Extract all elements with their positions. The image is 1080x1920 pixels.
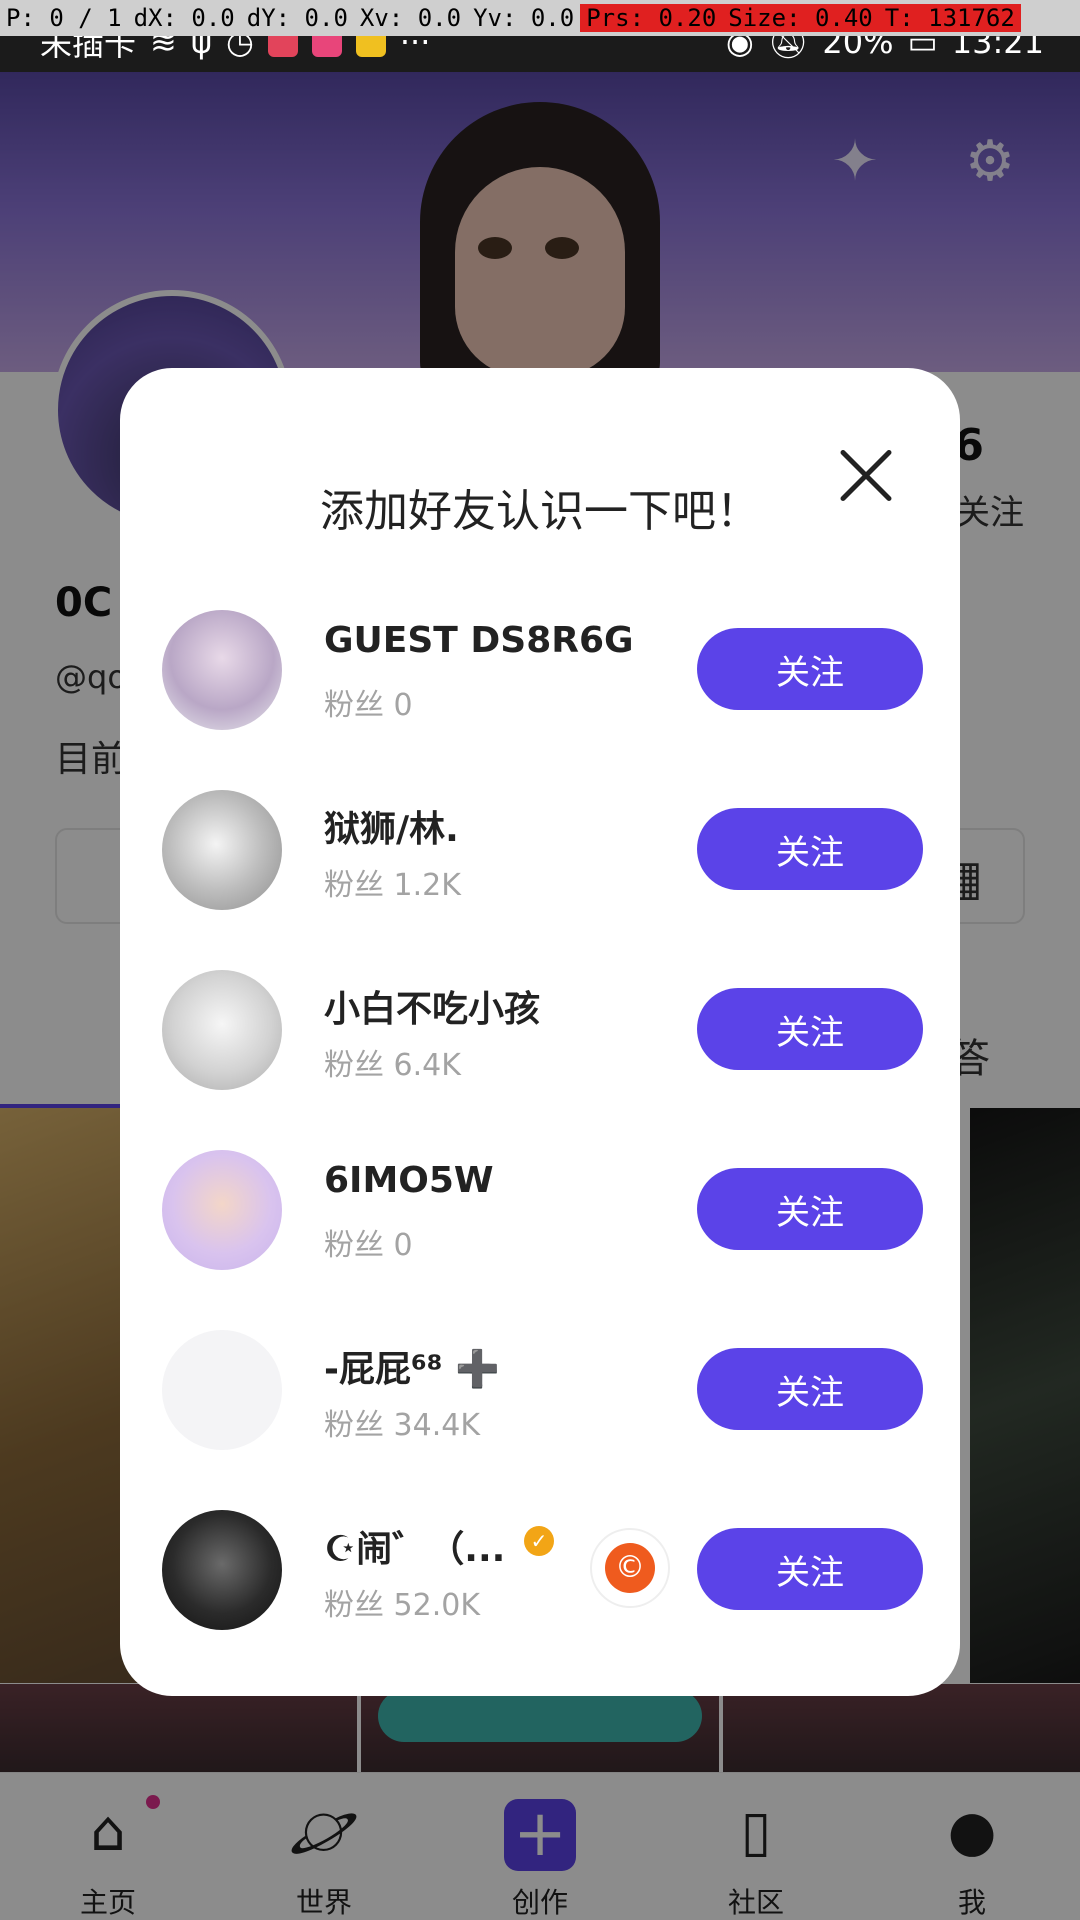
user-fans: 粉丝 1.2K <box>324 868 461 903</box>
user-avatar[interactable] <box>162 1330 282 1450</box>
user-avatar[interactable] <box>162 1150 282 1270</box>
user-name[interactable]: -屁屁⁶⁸ ➕ <box>324 1340 500 1392</box>
debug-size: Size: 0.40 <box>722 4 879 32</box>
follow-button[interactable]: 关注 <box>697 808 923 890</box>
debug-pointer: P: 0 / 1 <box>6 4 122 32</box>
user-name[interactable]: ☪闹゛（... <box>324 1520 505 1572</box>
user-name[interactable]: GUEST DS8R6G <box>324 620 634 661</box>
debug-overlay: P: 0 / 1 dX: 0.0 dY: 0.0 Xv: 0.0 Yv: 0.0… <box>0 0 1080 36</box>
follow-button[interactable]: 关注 <box>697 628 923 710</box>
user-fans: 粉丝 0 <box>324 688 413 723</box>
user-fans: 粉丝 6.4K <box>324 1048 461 1083</box>
user-name[interactable]: 小白不吃小孩 <box>324 980 540 1032</box>
follow-button[interactable]: 关注 <box>697 1348 923 1430</box>
debug-xv: Xv: 0.0 <box>359 4 462 32</box>
user-avatar[interactable] <box>162 1510 282 1630</box>
user-avatar[interactable] <box>162 790 282 910</box>
user-avatar[interactable] <box>162 970 282 1090</box>
user-fans: 粉丝 52.0K <box>324 1588 481 1623</box>
debug-dx: dX: 0.0 <box>133 4 235 32</box>
suggested-user-row[interactable]: 小白不吃小孩 粉丝 6.4K 关注 <box>120 970 960 1150</box>
user-avatar[interactable] <box>162 610 282 730</box>
close-icon[interactable] <box>836 446 896 506</box>
follow-button[interactable]: 关注 <box>697 1168 923 1250</box>
copyright-icon: © <box>605 1543 655 1593</box>
verified-check-icon: ✓ <box>524 1526 554 1556</box>
debug-prs: Prs: 0.20 <box>580 4 723 32</box>
user-fans: 粉丝 0 <box>324 1228 413 1263</box>
suggested-user-row[interactable]: -屁屁⁶⁸ ➕ 粉丝 34.4K 关注 <box>120 1330 960 1510</box>
follow-button[interactable]: 关注 <box>697 988 923 1070</box>
user-fans: 粉丝 34.4K <box>324 1408 481 1443</box>
debug-dy: dY: 0.0 <box>246 4 348 32</box>
creator-badge: © <box>590 1528 670 1608</box>
debug-touch: T: 131762 <box>878 4 1021 32</box>
suggested-user-row[interactable]: 狱狮/林. 粉丝 1.2K 关注 <box>120 790 960 970</box>
suggested-user-row[interactable]: ☪闹゛（... ✓ © 粉丝 52.0K 关注 <box>120 1510 960 1690</box>
follow-button[interactable]: 关注 <box>697 1528 923 1610</box>
user-name[interactable]: 狱狮/林. <box>324 800 459 852</box>
dialog-title: 添加好友认识一下吧！ <box>320 486 760 537</box>
user-name[interactable]: 6IMO5W <box>324 1160 494 1201</box>
suggested-user-row[interactable]: GUEST DS8R6G 粉丝 0 关注 <box>120 610 960 790</box>
suggested-user-row[interactable]: 6IMO5W 粉丝 0 关注 <box>120 1150 960 1330</box>
debug-yv: Yv: 0.0 <box>473 4 575 32</box>
add-friends-dialog: 添加好友认识一下吧！ GUEST DS8R6G 粉丝 0 关注 狱狮/林. 粉丝… <box>120 368 960 1696</box>
